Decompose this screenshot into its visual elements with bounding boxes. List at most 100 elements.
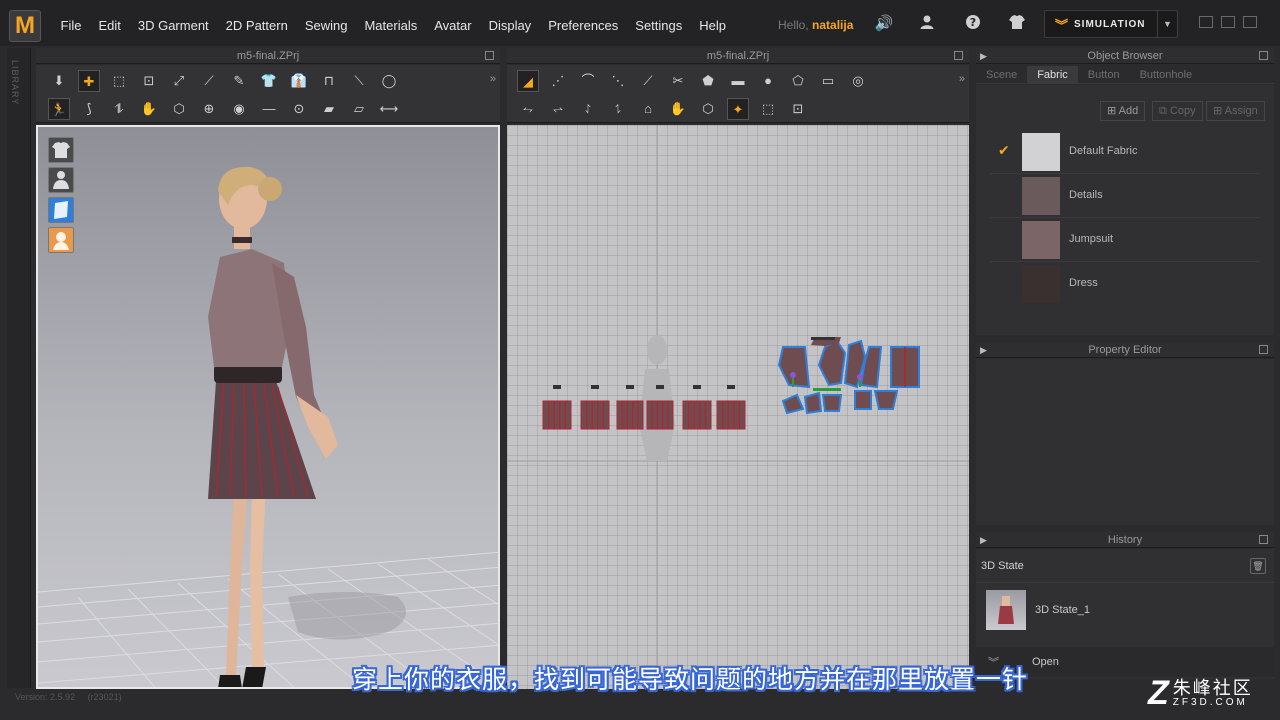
property-editor-collapse-icon[interactable]: ▶ [980, 342, 987, 358]
show-avatar-toggle-icon[interactable] [48, 167, 74, 193]
button-tool-icon[interactable]: ✋ [138, 98, 160, 120]
menu-file[interactable]: File [52, 18, 90, 33]
show-texture-toggle-icon[interactable] [48, 197, 74, 223]
property-editor-undock-icon[interactable] [1259, 345, 1268, 354]
free-sewing-icon[interactable]: ⥋ [547, 98, 569, 120]
copy-fabric-button[interactable]: ⧉ Copy [1152, 101, 1203, 121]
show-garment-toggle-icon[interactable] [48, 137, 74, 163]
viewport-3d[interactable] [36, 125, 500, 689]
2d-fold-icon[interactable]: ✦ [727, 98, 749, 120]
blouse-pattern-group[interactable] [777, 337, 920, 415]
viewport-2d[interactable] [507, 125, 969, 689]
tab-fabric[interactable]: Fabric [1027, 66, 1078, 83]
assign-fabric-button[interactable]: ⊞ Assign [1206, 101, 1265, 121]
garment-shape-icon[interactable]: 👔 [288, 70, 310, 92]
fabric-item-details[interactable]: Details [990, 174, 1260, 218]
skirt-panel[interactable] [682, 385, 712, 430]
viewport3d-undock-icon[interactable] [485, 51, 494, 60]
internal-circle-icon[interactable]: ◎ [847, 70, 869, 92]
select-move-tool-icon[interactable]: ✚ [78, 70, 100, 92]
history-state-item[interactable]: 3D State_1 [976, 585, 1274, 635]
skirt-panel[interactable] [716, 385, 746, 430]
menu-settings[interactable]: Settings [627, 18, 691, 33]
notch-icon[interactable]: ⬚ [757, 98, 779, 120]
avatar-pose-icon[interactable]: 🏃 [48, 98, 70, 120]
fold-arrangement-icon[interactable]: 👕 [258, 70, 280, 92]
internal-polygon-icon[interactable]: ⬠ [787, 70, 809, 92]
edit-texture-icon[interactable]: ⊡ [787, 98, 809, 120]
sound-icon[interactable]: 🔊 [874, 14, 894, 34]
skirt-panel[interactable] [580, 385, 610, 430]
steam-iron-icon[interactable]: ⌂ [637, 98, 659, 120]
check-sewing-icon[interactable]: ⥍ [607, 98, 629, 120]
zipper-icon[interactable]: ― [258, 98, 280, 120]
library-strip[interactable]: LIBRARY [7, 48, 31, 688]
trim-icon[interactable]: ▰ [318, 98, 340, 120]
pin-tool-icon[interactable]: ⟆ [78, 98, 100, 120]
measure-tape-icon[interactable]: ⟍ [348, 70, 370, 92]
user-icon[interactable] [917, 14, 937, 34]
circumference-icon[interactable]: ◯ [378, 70, 400, 92]
history-undock-icon[interactable] [1259, 535, 1268, 544]
button-add-icon[interactable]: ⊕ [198, 98, 220, 120]
minimize-window-icon[interactable] [1199, 16, 1213, 28]
menu-edit[interactable]: Edit [90, 18, 129, 33]
edit-curvature-icon[interactable]: ⌒ [577, 70, 599, 92]
add-fabric-button[interactable]: ⊞ Add [1100, 101, 1146, 121]
menu-sewing[interactable]: Sewing [296, 18, 356, 33]
drop-tool-icon[interactable]: ⬇ [48, 70, 70, 92]
internal-rectangle-icon[interactable]: ▭ [817, 70, 839, 92]
edit-curve-point-icon[interactable]: ⟋ [637, 70, 659, 92]
delete-state-icon[interactable]: 🗑 [1250, 558, 1266, 574]
tack-icon[interactable]: ✎ [228, 70, 250, 92]
skirt-panel[interactable] [542, 385, 572, 430]
menu-materials[interactable]: Materials [356, 18, 426, 33]
tab-button[interactable]: Button [1078, 66, 1130, 83]
edit-point-icon[interactable]: ⋰ [547, 70, 569, 92]
topstitch-icon[interactable]: ⥮ [108, 98, 130, 120]
garment-settings-icon[interactable] [1007, 14, 1027, 34]
menu-avatar[interactable]: Avatar [426, 18, 480, 33]
simulation-button[interactable]: ︾ SIMULATION ▼ [1044, 10, 1178, 38]
transform-pattern-icon[interactable]: ◢ [517, 70, 539, 92]
menu-2d-pattern[interactable]: 2D Pattern [217, 18, 296, 33]
tab-buttonhole[interactable]: Buttonhole [1130, 66, 1203, 83]
strengthen-icon[interactable]: ⊓ [318, 70, 340, 92]
fabric-item-default[interactable]: ✔ Default Fabric [990, 130, 1260, 174]
fix-pin-icon[interactable]: ⤢ [168, 70, 190, 92]
circle-icon[interactable]: ● [757, 70, 779, 92]
rectangle-icon[interactable]: ▬ [727, 70, 749, 92]
object-browser-undock-icon[interactable] [1259, 51, 1268, 60]
add-point-icon[interactable]: ⋱ [607, 70, 629, 92]
buttonhole-tool-icon[interactable]: ⬡ [168, 98, 190, 120]
edit-sewing-icon[interactable]: ⥌ [577, 98, 599, 120]
menu-help[interactable]: Help [691, 18, 735, 33]
close-window-icon[interactable] [1243, 16, 1257, 28]
object-browser-collapse-icon[interactable]: ▶ [980, 48, 987, 64]
viewport2d-undock-icon[interactable] [954, 51, 963, 60]
select-mesh-box-icon[interactable]: ⬚ [108, 70, 130, 92]
help-icon[interactable]: ? [963, 14, 983, 34]
sewing-line-icon[interactable]: ⟋ [198, 70, 220, 92]
fabric-item-jumpsuit[interactable]: Jumpsuit [990, 218, 1260, 262]
fabric-item-dress[interactable]: Dress [990, 262, 1260, 306]
2d-button-icon[interactable]: ✋ [667, 98, 689, 120]
tape-icon[interactable]: ▱ [348, 98, 370, 120]
button-select-icon[interactable]: ◉ [228, 98, 250, 120]
menu-3d-garment[interactable]: 3D Garment [129, 18, 217, 33]
toolbar-3d-more-icon[interactable]: » [490, 73, 496, 85]
restore-window-icon[interactable] [1221, 16, 1235, 28]
segment-sewing-icon[interactable]: ⥊ [517, 98, 539, 120]
cut-pattern-icon[interactable]: ✂ [667, 70, 689, 92]
2d-buttonhole-icon[interactable]: ⬡ [697, 98, 719, 120]
select-mesh-brush-icon[interactable]: ⊡ [138, 70, 160, 92]
app-logo[interactable]: M [9, 10, 41, 42]
align-icon[interactable]: ⟷ [378, 98, 400, 120]
menu-display[interactable]: Display [480, 18, 540, 33]
skirt-panel[interactable] [616, 385, 644, 430]
puckering-icon[interactable]: ⊙ [288, 98, 310, 120]
tab-scene[interactable]: Scene [976, 66, 1027, 83]
polygon-icon[interactable]: ⬟ [697, 70, 719, 92]
toolbar-2d-more-icon[interactable]: » [959, 73, 965, 85]
avatar-face-toggle-icon[interactable] [48, 227, 74, 253]
